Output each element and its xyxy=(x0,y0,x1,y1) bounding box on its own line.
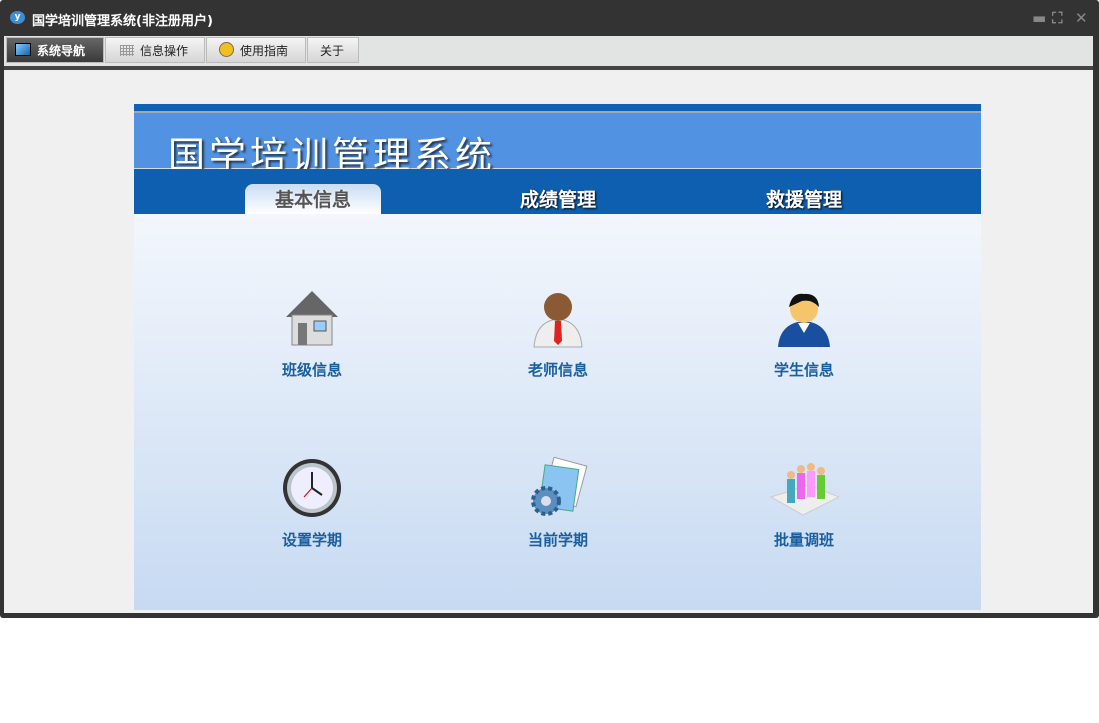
tab-bar: 系统导航 信息操作 使用指南 关于 xyxy=(4,36,1093,66)
item-class-info[interactable]: 班级信息 xyxy=(237,287,387,380)
window-title: 国学培训管理系统(非注册用户) xyxy=(32,14,213,29)
title-bar: y 国学培训管理系统(非注册用户) ▬ ⛶ ✕ xyxy=(0,0,1099,36)
grid-icon xyxy=(120,45,134,56)
item-label: 老师信息 xyxy=(527,361,588,379)
minimize-icon[interactable]: ▬ xyxy=(1032,9,1046,27)
top-stripe xyxy=(134,104,981,113)
app-logo-icon: y xyxy=(10,11,25,24)
item-label: 班级信息 xyxy=(281,361,342,379)
item-student-info[interactable]: 学生信息 xyxy=(729,287,879,380)
tab-label: 系统导航 xyxy=(37,44,86,58)
teacher-icon xyxy=(528,287,588,349)
restore-icon[interactable]: ⛶ xyxy=(1052,9,1063,27)
house-icon xyxy=(282,287,342,349)
item-label: 学生信息 xyxy=(773,361,834,379)
tab-system-nav[interactable]: 系统导航 xyxy=(6,37,104,63)
document-gear-icon xyxy=(528,456,588,519)
tab-info-ops[interactable]: 信息操作 xyxy=(105,37,205,63)
monitor-icon xyxy=(15,43,31,56)
item-label: 当前学期 xyxy=(527,531,588,549)
nav-score-mgmt[interactable]: 成绩管理 xyxy=(490,184,626,214)
student-icon xyxy=(774,287,834,349)
clock-icon xyxy=(282,457,342,519)
tab-label: 关于 xyxy=(320,44,345,58)
tab-guide[interactable]: 使用指南 xyxy=(206,37,306,63)
group-icon xyxy=(769,457,841,519)
item-teacher-info[interactable]: 老师信息 xyxy=(483,287,633,380)
help-icon xyxy=(219,42,234,57)
nav-basic-info[interactable]: 基本信息 xyxy=(245,184,381,214)
nav-rescue-mgmt[interactable]: 救援管理 xyxy=(736,184,872,214)
item-current-term[interactable]: 当前学期 xyxy=(483,456,633,550)
item-label: 批量调班 xyxy=(773,531,834,549)
item-set-term[interactable]: 设置学期 xyxy=(237,457,387,550)
item-batch-transfer[interactable]: 批量调班 xyxy=(729,457,879,550)
item-label: 设置学期 xyxy=(281,531,342,549)
tab-label: 使用指南 xyxy=(240,44,289,58)
tab-about[interactable]: 关于 xyxy=(307,37,359,63)
tab-label: 信息操作 xyxy=(140,44,189,58)
banner: 国学培训管理系统 xyxy=(134,113,981,177)
main-panel: 国学培训管理系统 基本信息 成绩管理 救援管理 班级信息 老师信息 学生信息 设… xyxy=(134,104,981,610)
nav-bar: 基本信息 成绩管理 救援管理 xyxy=(134,169,981,214)
close-icon[interactable]: ✕ xyxy=(1075,9,1088,27)
